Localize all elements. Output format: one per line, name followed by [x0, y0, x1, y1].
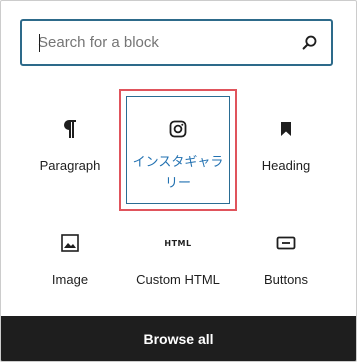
- paragraph-icon: [13, 117, 127, 141]
- block-item-heading[interactable]: Heading: [229, 91, 343, 209]
- browse-all-button[interactable]: Browse all: [1, 316, 356, 361]
- search-input[interactable]: [22, 21, 331, 64]
- block-item-label: Buttons: [263, 272, 309, 287]
- block-inserter-panel: Paragraph インスタギャラリー Heading: [0, 0, 357, 362]
- instagram-icon: [121, 117, 235, 141]
- block-item-paragraph[interactable]: Paragraph: [13, 91, 127, 209]
- block-item-custom-html[interactable]: HTML Custom HTML: [121, 205, 235, 323]
- block-item-image[interactable]: Image: [13, 205, 127, 323]
- block-item-label: Paragraph: [39, 158, 101, 173]
- block-item-label: Heading: [261, 158, 311, 173]
- block-item-label: Custom HTML: [136, 272, 220, 287]
- block-item-buttons[interactable]: Buttons: [229, 205, 343, 323]
- bookmark-icon: [229, 117, 343, 141]
- text-caret: [39, 34, 40, 52]
- block-item-label: インスタギャラリー: [132, 154, 224, 190]
- html-icon: HTML: [164, 238, 192, 248]
- image-icon: [13, 231, 127, 255]
- block-item-label: Image: [51, 272, 89, 287]
- block-item-insta-gallery[interactable]: インスタギャラリー: [119, 89, 237, 211]
- search-box[interactable]: [20, 19, 333, 66]
- button-icon: [229, 231, 343, 255]
- search-icon[interactable]: [299, 32, 321, 54]
